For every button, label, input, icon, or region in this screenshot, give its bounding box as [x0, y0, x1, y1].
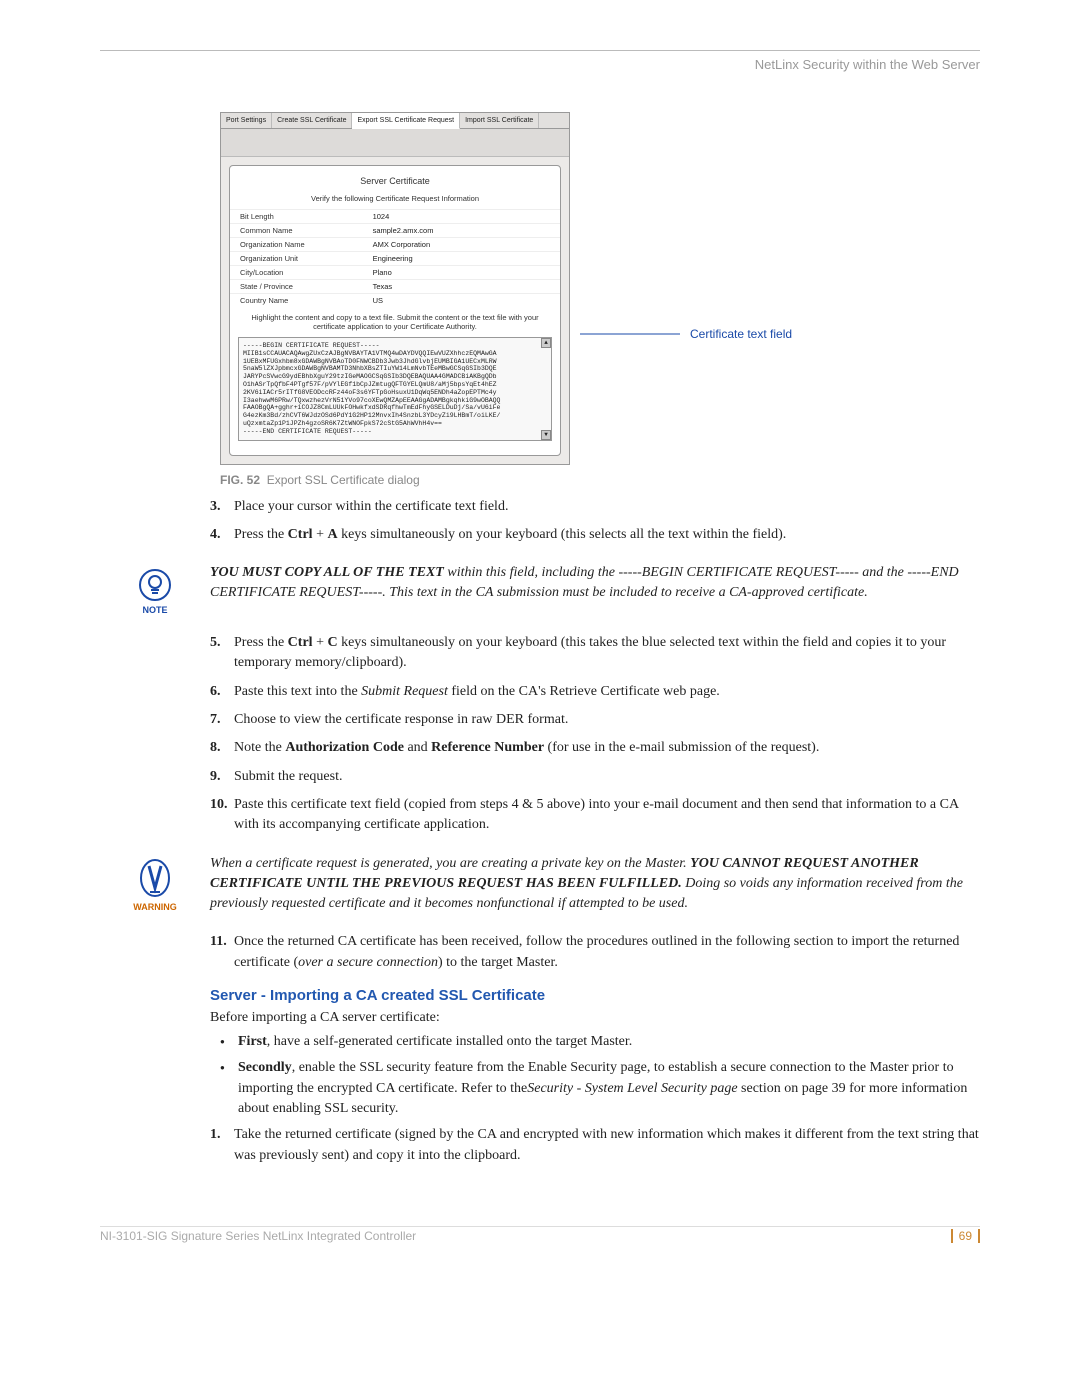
- cert-row-label: City/Location: [230, 268, 369, 277]
- step-num: 11.: [210, 932, 234, 973]
- callout-arrow: Certificate text field: [580, 327, 792, 341]
- step-num: 1.: [210, 1125, 234, 1166]
- cert-row-value: Plano: [369, 268, 560, 277]
- cert-instruction: Highlight the content and copy to a text…: [230, 307, 560, 337]
- footer-doc-title: NI-3101-SIG Signature Series NetLinx Int…: [100, 1229, 416, 1243]
- cert-row: Bit Length1024: [230, 209, 560, 223]
- step-num: 3.: [210, 497, 234, 517]
- cert-row: Common Namesample2.amx.com: [230, 223, 560, 237]
- certificate-text-field[interactable]: ▲ -----BEGIN CERTIFICATE REQUEST----- MI…: [238, 337, 552, 441]
- warning-text: When a certificate request is generated,…: [210, 854, 980, 915]
- note-icon: NOTE: [100, 563, 210, 615]
- step-body: Take the returned certificate (signed by…: [234, 1125, 980, 1166]
- step-num: 5.: [210, 633, 234, 674]
- step-body: Once the returned CA certificate has bee…: [234, 932, 980, 973]
- cert-row-value: US: [369, 296, 560, 305]
- step-num: 8.: [210, 738, 234, 758]
- step-body: Choose to view the certificate response …: [234, 710, 980, 730]
- cert-row-value: Engineering: [369, 254, 560, 263]
- steps-group-b: 5. Press the Ctrl + C keys simultaneousl…: [210, 633, 980, 835]
- warning-icon: WARNING: [100, 854, 210, 912]
- server-certificate-panel: Server Certificate Verify the following …: [229, 165, 561, 456]
- note-block: NOTE YOU MUST COPY ALL OF THE TEXT withi…: [100, 563, 980, 615]
- cert-row-value: 1024: [369, 212, 560, 221]
- cert-row-value: AMX Corporation: [369, 240, 560, 249]
- cert-row-label: Country Name: [230, 296, 369, 305]
- page-number: 69: [951, 1229, 980, 1243]
- step-num: 9.: [210, 767, 234, 787]
- list-item: First, have a self-generated certificate…: [238, 1032, 980, 1052]
- warning-block: WARNING When a certificate request is ge…: [100, 854, 980, 915]
- cert-row: Organization UnitEngineering: [230, 251, 560, 265]
- cert-row: City/LocationPlano: [230, 265, 560, 279]
- tab-create-ssl[interactable]: Create SSL Certificate: [272, 113, 352, 128]
- cert-row-label: State / Province: [230, 282, 369, 291]
- cert-row-label: Organization Name: [230, 240, 369, 249]
- header-rule: [100, 50, 980, 51]
- dialog-tabs: Port Settings Create SSL Certificate Exp…: [221, 113, 569, 129]
- panel-title: Server Certificate: [230, 172, 560, 194]
- step-num: 6.: [210, 682, 234, 702]
- cert-row: Organization NameAMX Corporation: [230, 237, 560, 251]
- dialog-toolbar: [221, 129, 569, 157]
- cert-row: State / ProvinceTexas: [230, 279, 560, 293]
- steps-group-a: 3. Place your cursor within the certific…: [210, 497, 980, 546]
- cert-row-label: Bit Length: [230, 212, 369, 221]
- page-footer: NI-3101-SIG Signature Series NetLinx Int…: [100, 1226, 980, 1243]
- tab-import-ssl[interactable]: Import SSL Certificate: [460, 113, 539, 128]
- section-heading: Server - Importing a CA created SSL Cert…: [210, 987, 980, 1004]
- step-body: Press the Ctrl + C keys simultaneously o…: [234, 633, 980, 674]
- bullet-list: First, have a self-generated certificate…: [210, 1032, 980, 1119]
- steps-group-d: 1. Take the returned certificate (signed…: [210, 1125, 980, 1166]
- list-item: Secondly, enable the SSL security featur…: [238, 1058, 980, 1119]
- step-num: 10.: [210, 795, 234, 836]
- export-ssl-dialog: Port Settings Create SSL Certificate Exp…: [220, 112, 570, 465]
- tab-port-settings[interactable]: Port Settings: [221, 113, 272, 128]
- panel-subtitle: Verify the following Certificate Request…: [230, 194, 560, 209]
- page-header: NetLinx Security within the Web Server: [100, 57, 980, 72]
- scroll-down-icon[interactable]: ▼: [541, 430, 551, 440]
- step-body: Press the Ctrl + A keys simultaneously o…: [234, 525, 980, 545]
- cert-row-value: Texas: [369, 282, 560, 291]
- steps-group-c: 11. Once the returned CA certificate has…: [210, 932, 980, 973]
- step-num: 4.: [210, 525, 234, 545]
- cert-row-value: sample2.amx.com: [369, 226, 560, 235]
- step-body: Note the Authorization Code and Referenc…: [234, 738, 980, 758]
- step-body: Submit the request.: [234, 767, 980, 787]
- cert-row-label: Organization Unit: [230, 254, 369, 263]
- figure-caption: FIG. 52 Export SSL Certificate dialog: [220, 473, 980, 487]
- certificate-text-content: -----BEGIN CERTIFICATE REQUEST----- MIIB…: [243, 342, 547, 436]
- section-intro: Before importing a CA server certificate…: [210, 1010, 980, 1026]
- callout-label: Certificate text field: [690, 327, 792, 341]
- step-num: 7.: [210, 710, 234, 730]
- step-body: Paste this text into the Submit Request …: [234, 682, 980, 702]
- note-text: YOU MUST COPY ALL OF THE TEXT within thi…: [210, 563, 980, 604]
- step-body: Place your cursor within the certificate…: [234, 497, 980, 517]
- cert-row: Country NameUS: [230, 293, 560, 307]
- cert-row-label: Common Name: [230, 226, 369, 235]
- scroll-up-icon[interactable]: ▲: [541, 338, 551, 348]
- tab-export-ssl[interactable]: Export SSL Certificate Request: [352, 113, 460, 129]
- step-body: Paste this certificate text field (copie…: [234, 795, 980, 836]
